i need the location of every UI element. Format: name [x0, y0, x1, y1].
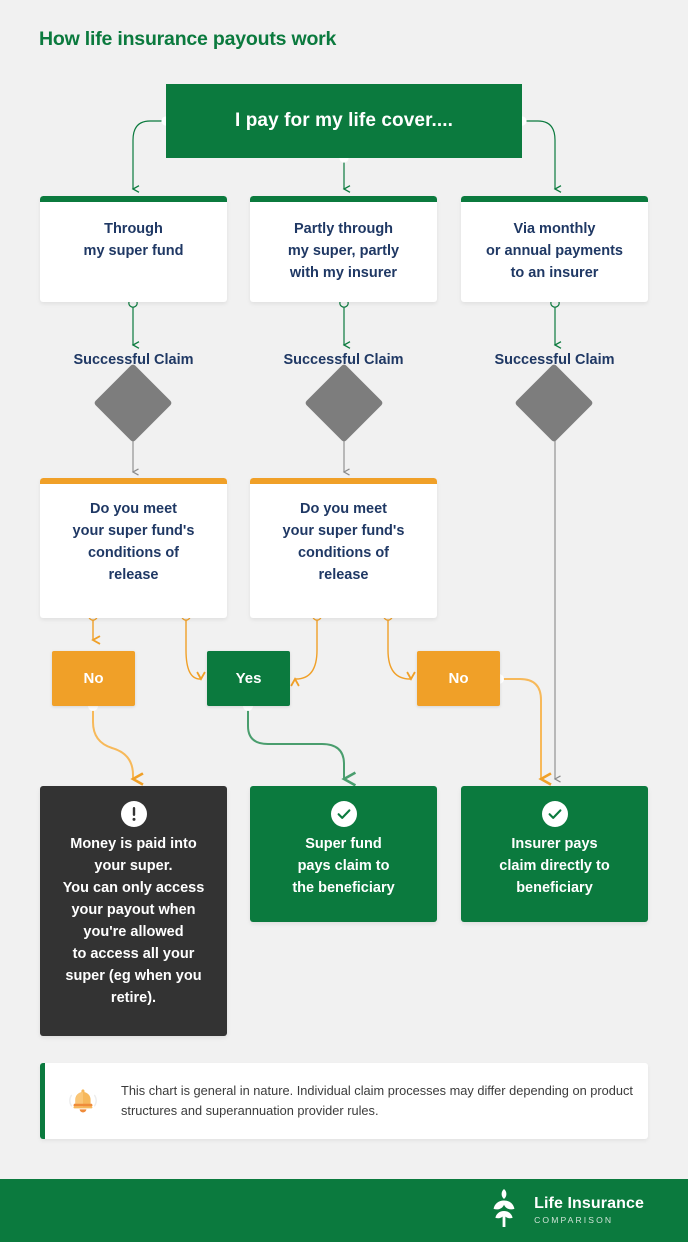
alert-icon: [120, 801, 147, 827]
hero-node: I pay for my life cover....: [166, 84, 522, 158]
tier2-card-direct-insurer: Via monthly or annual payments to an insur…: [461, 196, 648, 302]
decision-card-conditions-2: Do you meet your super fund's conditions o…: [250, 478, 437, 618]
brand-wordmark: Life Insurance COMPARISON: [534, 1196, 644, 1225]
connector-layer: [88, 116, 688, 1242]
answer-label: Yes: [235, 670, 262, 687]
hero-label: I pay for my life cover....: [234, 110, 454, 131]
result-label: Money is paid into your super. You can onl…: [62, 836, 205, 1006]
infographic-canvas: How life insurance payouts work I pay fo…: [0, 0, 688, 1242]
tier2-card-partly-super: Partly through my super, partly with my in…: [250, 196, 437, 302]
bell-icon: [45, 1083, 121, 1119]
result-paid-into-super: Money is paid into your super. You can onl…: [40, 786, 227, 1036]
footer-bar: Life Insurance COMPARISON: [0, 1179, 688, 1242]
tier2-label: Via monthly or annual payments to an insur…: [486, 221, 623, 281]
result-label: Super fund pays claim to the beneficiary: [292, 836, 395, 896]
disclaimer-text: This chart is general in nature. Individ…: [121, 1083, 633, 1118]
decision-label: Do you meet your super fund's conditions o…: [282, 501, 405, 583]
brand-line-1: Life Insurance: [534, 1195, 644, 1213]
tier2-label: Through my super fund: [83, 221, 184, 259]
answer-label: No: [83, 670, 104, 687]
tier2-card-through-super: Through my super fund: [40, 196, 227, 302]
answer-yes: Yes: [207, 651, 290, 706]
result-super-fund-pays: Super fund pays claim to the beneficiary: [250, 786, 437, 922]
check-icon: [541, 801, 568, 827]
tree-logo-icon: [485, 1187, 523, 1234]
check-icon: [330, 801, 357, 827]
tier2-label: Partly through my super, partly with my in…: [287, 221, 400, 281]
brand-logo: Life Insurance COMPARISON: [485, 1187, 644, 1234]
result-label: Insurer pays claim directly to beneficiary: [499, 836, 610, 896]
answer-no-2: No: [417, 651, 500, 706]
brand-line-2: COMPARISON: [534, 1215, 614, 1226]
answer-label: No: [448, 670, 469, 687]
decision-card-conditions-1: Do you meet your super fund's conditions o…: [40, 478, 227, 618]
disclaimer-banner: This chart is general in nature. Individ…: [40, 1063, 648, 1139]
answer-no-1: No: [52, 651, 135, 706]
decision-label: Do you meet your super fund's conditions o…: [72, 501, 195, 583]
result-insurer-pays: Insurer pays claim directly to beneficiary: [461, 786, 648, 922]
